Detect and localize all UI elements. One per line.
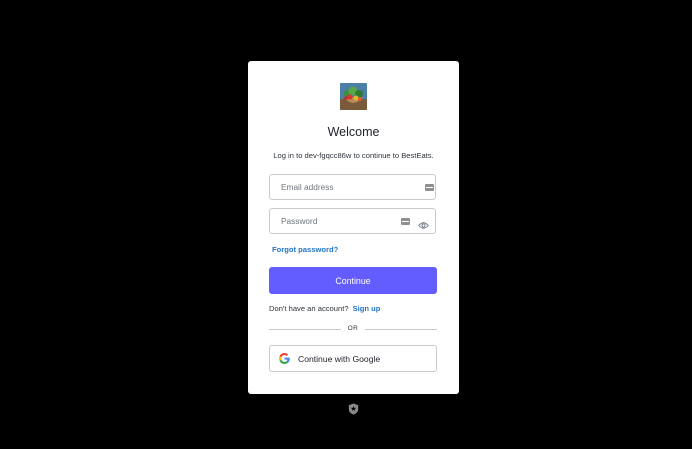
email-input[interactable]: [270, 175, 435, 199]
eye-icon[interactable]: [418, 217, 429, 229]
login-subtitle: Log in to dev-fgqcc86w to continue to Be…: [273, 151, 434, 160]
divider-line-right: [365, 329, 437, 330]
password-input[interactable]: [270, 209, 435, 233]
page-title: Welcome: [327, 125, 380, 139]
app-logo: [340, 83, 367, 110]
google-login-button[interactable]: Continue with Google: [269, 345, 437, 372]
no-account-text: Don't have an account?: [269, 304, 349, 313]
google-icon: [279, 353, 290, 364]
email-field[interactable]: [269, 174, 436, 200]
password-manager-icon[interactable]: [401, 218, 410, 225]
or-divider: OR: [269, 324, 437, 334]
login-card: Welcome Log in to dev-fgqcc86w to contin…: [248, 61, 459, 394]
password-field[interactable]: [269, 208, 436, 234]
continue-button[interactable]: Continue: [269, 267, 437, 294]
signup-row: Don't have an account? Sign up: [269, 304, 380, 313]
google-button-label: Continue with Google: [298, 354, 381, 364]
shield-icon: [348, 402, 359, 415]
forgot-password-link[interactable]: Forgot password?: [272, 245, 338, 254]
password-manager-icon[interactable]: [425, 184, 434, 191]
signup-link[interactable]: Sign up: [353, 304, 381, 313]
